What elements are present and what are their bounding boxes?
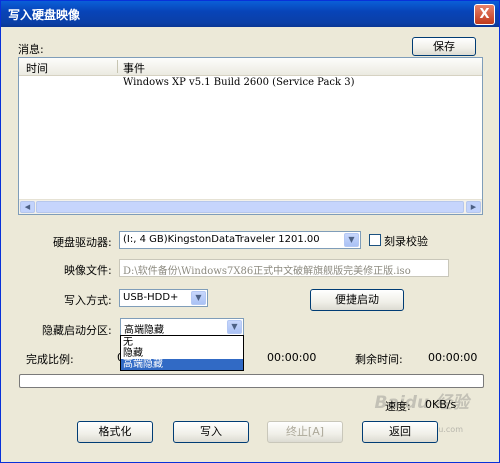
- save-button[interactable]: 保存: [412, 37, 476, 56]
- dropdown-option-hidden[interactable]: 隐藏: [121, 348, 243, 359]
- column-separator[interactable]: [117, 60, 118, 73]
- drive-label: 硬盘驱动器:: [53, 236, 112, 249]
- verify-label: 刻录校验: [384, 235, 428, 248]
- drive-value: (I:, 4 GB)KingstonDataTraveler 1201.00: [123, 234, 320, 245]
- write-method-select[interactable]: USB-HDD+ ▼: [119, 289, 208, 307]
- speed-label: 速度:: [385, 400, 411, 413]
- close-icon: X: [479, 7, 490, 22]
- format-button[interactable]: 格式化: [77, 421, 153, 443]
- image-file-field[interactable]: D:\软件备份\Windows7X86正式中文破解旗舰版完美修正版.iso: [119, 259, 449, 277]
- speed-value: 0KB/s: [425, 398, 457, 411]
- quick-boot-button[interactable]: 便捷启动: [310, 289, 404, 311]
- abort-button[interactable]: 终止[A]: [267, 421, 343, 443]
- drive-select[interactable]: (I:, 4 GB)KingstonDataTraveler 1201.00 ▼: [119, 231, 361, 249]
- complete-label: 完成比例:: [26, 353, 74, 366]
- remaining-time-value: 00:00:00: [428, 351, 478, 364]
- column-header-time[interactable]: 时间: [26, 60, 48, 76]
- image-file-value: D:\软件备份\Windows7X86正式中文破解旗舰版完美修正版.iso: [123, 266, 411, 277]
- message-list[interactable]: 时间 事件 Windows XP v5.1 Build 2600 (Servic…: [18, 57, 483, 215]
- chevron-down-icon[interactable]: ▼: [227, 320, 242, 334]
- write-method-label: 写入方式:: [64, 294, 112, 307]
- hidden-partition-value: 高端隐藏: [124, 325, 164, 336]
- image-file-label: 映像文件:: [64, 264, 112, 277]
- dropdown-option-none[interactable]: 无: [121, 337, 243, 348]
- scroll-right-icon[interactable]: ▶: [466, 201, 481, 213]
- title-bar[interactable]: 写入硬盘映像 X: [1, 1, 499, 27]
- dropdown-option-high-hidden[interactable]: 高端隐藏: [121, 359, 243, 370]
- chevron-down-icon[interactable]: ▼: [344, 233, 359, 247]
- list-header: 时间 事件: [19, 58, 482, 76]
- progress-bar: [19, 374, 484, 388]
- write-method-value: USB-HDD+: [123, 292, 179, 303]
- elapsed-time-value: 00:00:00: [267, 351, 317, 364]
- column-header-event[interactable]: 事件: [123, 60, 145, 76]
- horizontal-scrollbar[interactable]: ◀ ▶: [19, 199, 482, 214]
- dialog-window: 写入硬盘映像 X 消息: 保存 时间 事件 Windows XP v5.1 Bu…: [0, 0, 500, 463]
- chevron-down-icon[interactable]: ▼: [191, 291, 206, 305]
- remaining-time-label: 剩余时间:: [355, 353, 403, 366]
- hidden-partition-select[interactable]: 高端隐藏 ▼: [120, 318, 244, 336]
- list-item-event[interactable]: Windows XP v5.1 Build 2600 (Service Pack…: [123, 77, 355, 88]
- write-button[interactable]: 写入: [173, 421, 249, 443]
- close-button[interactable]: X: [474, 4, 495, 25]
- scroll-thumb[interactable]: [36, 201, 464, 213]
- scroll-left-icon[interactable]: ◀: [20, 201, 35, 213]
- window-title: 写入硬盘映像: [8, 8, 81, 22]
- hidden-partition-label: 隐藏启动分区:: [42, 324, 112, 337]
- hidden-partition-dropdown[interactable]: 无 隐藏 高端隐藏: [120, 335, 244, 371]
- messages-label: 消息:: [18, 43, 44, 56]
- verify-checkbox[interactable]: [369, 234, 381, 246]
- back-button[interactable]: 返回: [362, 421, 438, 443]
